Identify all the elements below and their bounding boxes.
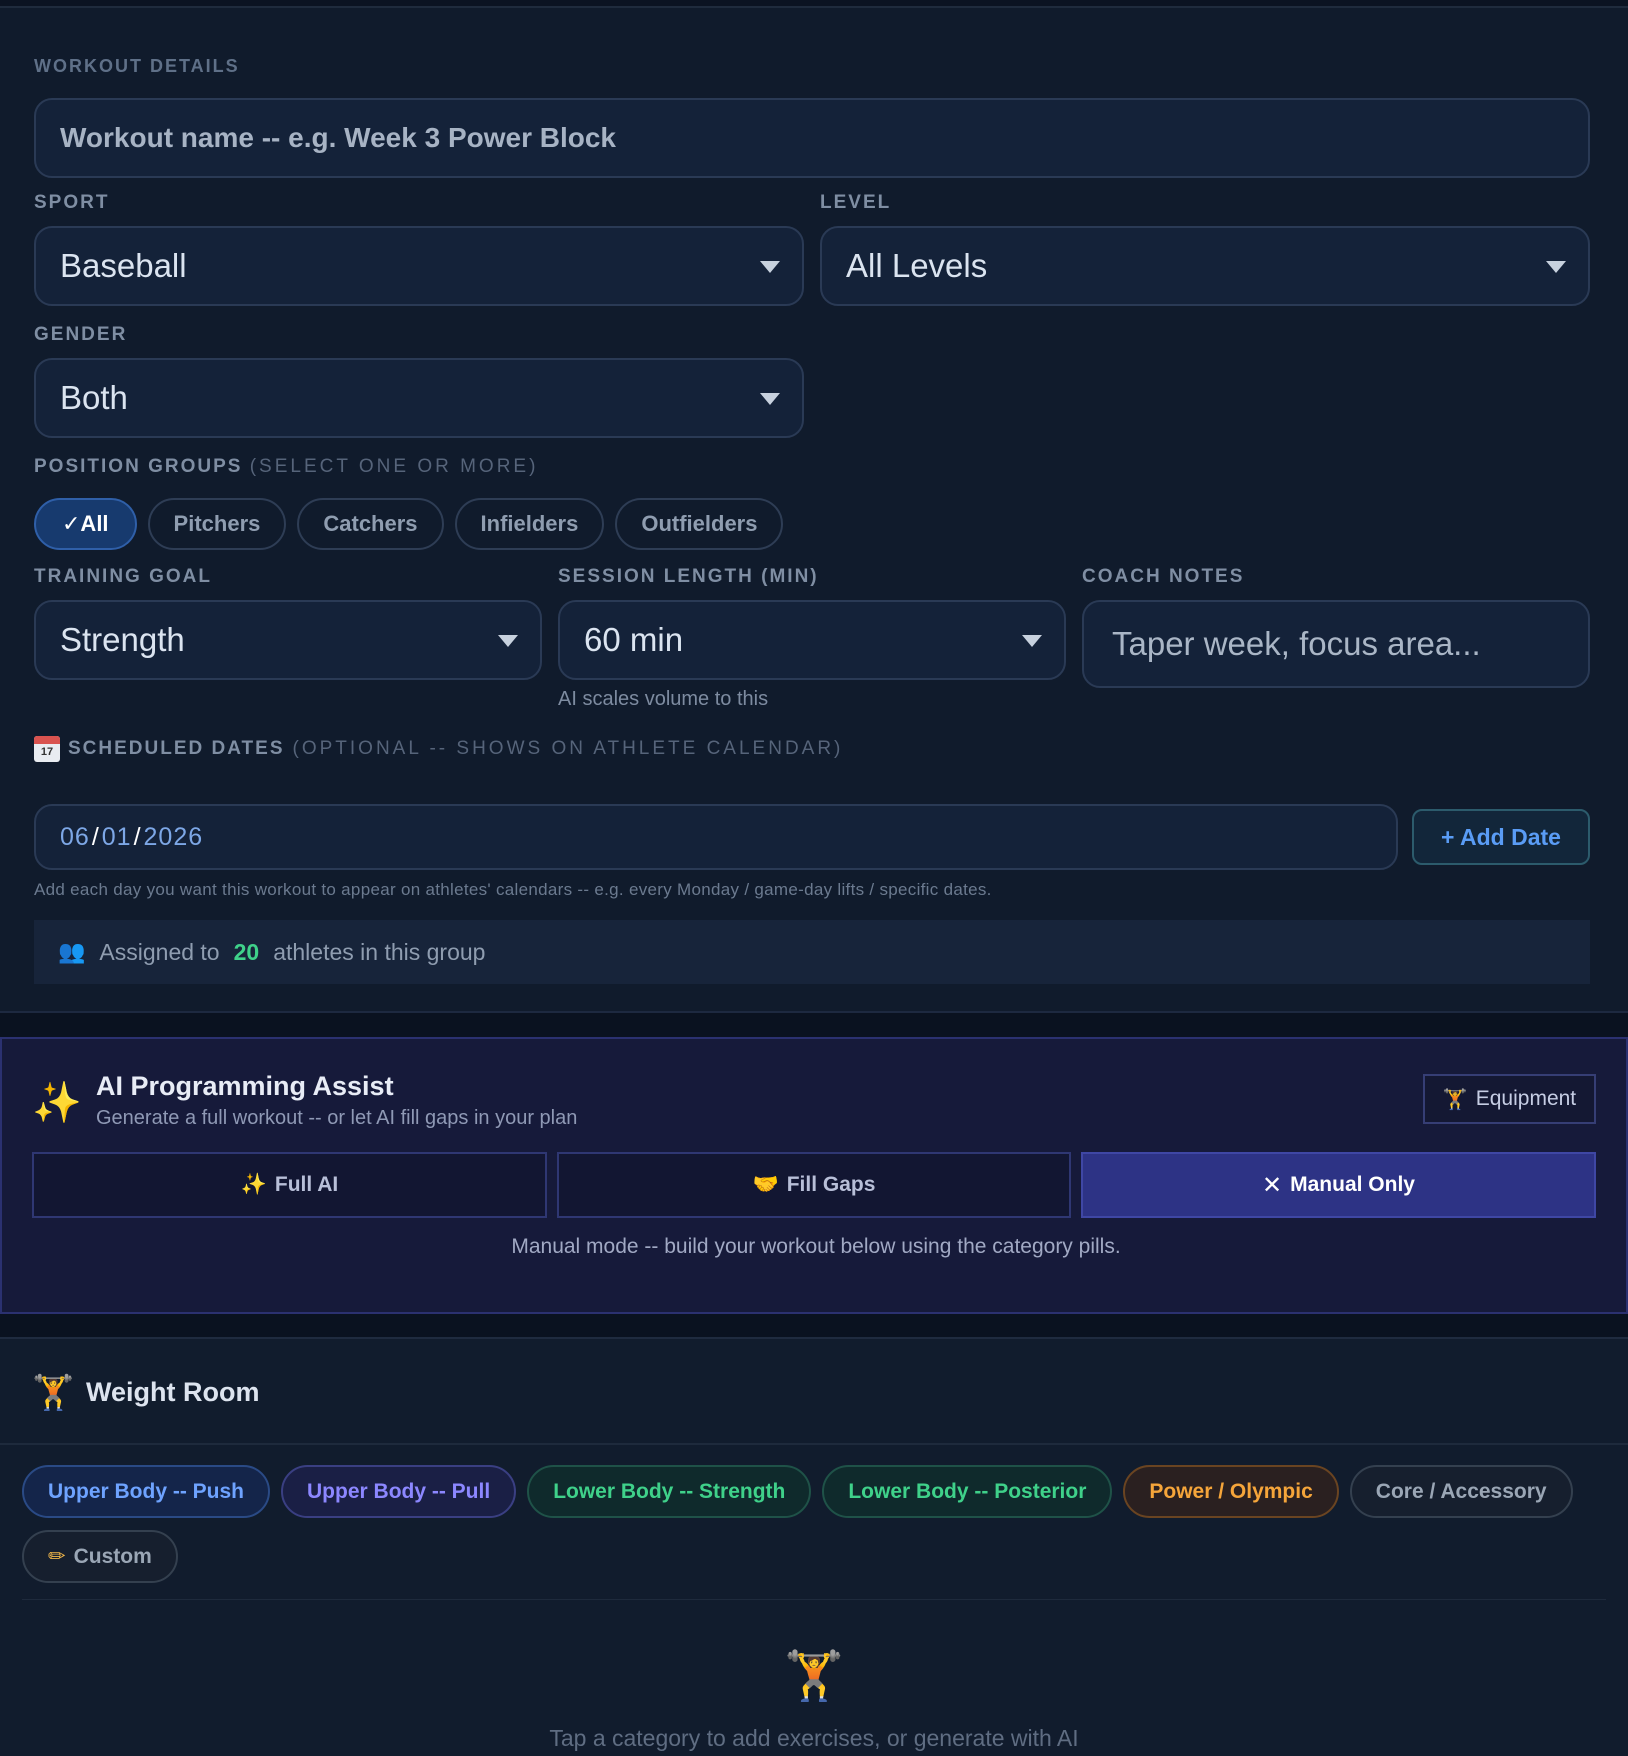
date-year: 2026 (143, 822, 204, 851)
assigned-prefix: Assigned to (99, 938, 220, 965)
scheduled-dates-label: 17 SCHEDULED DATES (OPTIONAL -- SHOWS ON… (34, 736, 843, 762)
weight-room-header: 🏋 Weight Room (0, 1339, 1628, 1445)
category-pills: Upper Body -- Push Upper Body -- Pull Lo… (22, 1465, 1606, 1583)
training-goal-label: TRAINING GOAL (34, 566, 212, 587)
caret-down-icon (760, 393, 780, 405)
weightlifter-icon: 🏋 (32, 1374, 75, 1412)
session-length-label: SESSION LENGTH (MIN) (558, 566, 819, 587)
level-label: LEVEL (820, 192, 892, 213)
mode-full-ai-button[interactable]: ✨ Full AI (32, 1152, 547, 1218)
weightlifter-icon: 🏋 (1442, 1088, 1468, 1111)
dates-help-text: Add each day you want this workout to ap… (34, 880, 992, 899)
assigned-banner: 👥 Assigned to 20 athletes in this group (34, 920, 1590, 984)
level-value: All Levels (846, 247, 988, 284)
close-icon: ✕ (1262, 1171, 1283, 1199)
training-goal-select[interactable]: Strength (34, 600, 542, 680)
workout-details-heading: WORKOUT DETAILS (34, 56, 240, 76)
workout-name-input[interactable]: Workout name -- e.g. Week 3 Power Block (34, 98, 1590, 178)
assigned-suffix: athletes in this group (273, 938, 486, 965)
coach-notes-input[interactable]: Taper week, focus area... (1082, 600, 1590, 688)
training-goal-value: Strength (60, 621, 185, 658)
category-core-accessory[interactable]: Core / Accessory (1349, 1465, 1573, 1518)
position-pill-infielders[interactable]: Infielders (454, 498, 605, 550)
category-lower-strength[interactable]: Lower Body -- Strength (527, 1465, 812, 1518)
ai-assist-title: AI Programming Assist (96, 1071, 394, 1101)
category-lower-posterior[interactable]: Lower Body -- Posterior (822, 1465, 1113, 1518)
position-groups-hint: (SELECT ONE OR MORE) (249, 456, 539, 477)
category-power-olympic[interactable]: Power / Olympic (1123, 1465, 1339, 1518)
sport-value: Baseball (60, 247, 187, 284)
gender-value: Both (60, 379, 128, 416)
position-pill-outfielders[interactable]: Outfielders (615, 498, 784, 550)
date-month: 06 (60, 822, 90, 851)
sport-label: SPORT (34, 192, 110, 213)
position-pill-all[interactable]: ✓All (34, 498, 137, 550)
coach-notes-label: COACH NOTES (1082, 566, 1245, 587)
scheduled-dates-hint: (OPTIONAL -- SHOWS ON ATHLETE CALENDAR) (292, 738, 844, 759)
empty-state-text: Tap a category to add exercises, or gene… (549, 1725, 1079, 1751)
sparkles-icon: ✨ (32, 1081, 82, 1125)
session-length-value: 60 min (584, 621, 684, 658)
workout-details-panel: WORKOUT DETAILS Workout name -- e.g. Wee… (0, 8, 1628, 1013)
category-custom[interactable]: ✏ Custom (22, 1530, 178, 1583)
ai-mode-info: Manual mode -- build your workout below … (511, 1235, 1121, 1258)
position-pill-catchers[interactable]: Catchers (297, 498, 444, 550)
weight-room-panel: 🏋 Weight Room Upper Body -- Push Upper B… (0, 1337, 1628, 1756)
caret-down-icon (1022, 635, 1042, 647)
gender-select[interactable]: Both (34, 358, 804, 438)
people-icon: 👥 (58, 939, 86, 964)
assigned-count: 20 (233, 938, 260, 965)
pencil-icon: ✏ (48, 1545, 66, 1568)
date-input[interactable]: 06/01/2026 (34, 804, 1398, 870)
weight-room-title: Weight Room (86, 1377, 260, 1407)
gender-label: GENDER (34, 324, 128, 345)
position-pills: ✓All Pitchers Catchers Infielders Outfie… (34, 498, 784, 550)
sparkles-icon: ✨ (240, 1173, 267, 1196)
weightlifter-icon: 🏋 (784, 1650, 844, 1703)
caret-down-icon (760, 261, 780, 273)
top-border (0, 0, 1628, 8)
category-upper-pull[interactable]: Upper Body -- Pull (281, 1465, 517, 1518)
handshake-icon: 🤝 (752, 1173, 779, 1196)
session-helper-text: AI scales volume to this (558, 688, 769, 710)
equipment-label: Equipment (1475, 1087, 1577, 1110)
caret-down-icon (498, 635, 518, 647)
ai-assist-subtitle: Generate a full workout -- or let AI fil… (96, 1107, 578, 1129)
position-groups-label: POSITION GROUPS (SELECT ONE OR MORE) (34, 456, 539, 477)
mode-fill-gaps-button[interactable]: 🤝 Fill Gaps (557, 1152, 1071, 1218)
sport-select[interactable]: Baseball (34, 226, 804, 306)
caret-down-icon (1546, 261, 1566, 273)
date-day: 01 (101, 822, 132, 851)
session-length-select[interactable]: 60 min (558, 600, 1066, 680)
divider (22, 1599, 1606, 1600)
mode-manual-only-button[interactable]: ✕ Manual Only (1081, 1152, 1596, 1218)
category-upper-push[interactable]: Upper Body -- Push (22, 1465, 271, 1518)
add-date-button[interactable]: + Add Date (1412, 809, 1590, 865)
equipment-button[interactable]: 🏋 Equipment (1423, 1074, 1596, 1124)
ai-assist-panel: ✨ AI Programming Assist Generate a full … (0, 1037, 1628, 1314)
level-select[interactable]: All Levels (820, 226, 1590, 306)
position-pill-pitchers[interactable]: Pitchers (147, 498, 287, 550)
calendar-icon: 17 (34, 736, 60, 762)
